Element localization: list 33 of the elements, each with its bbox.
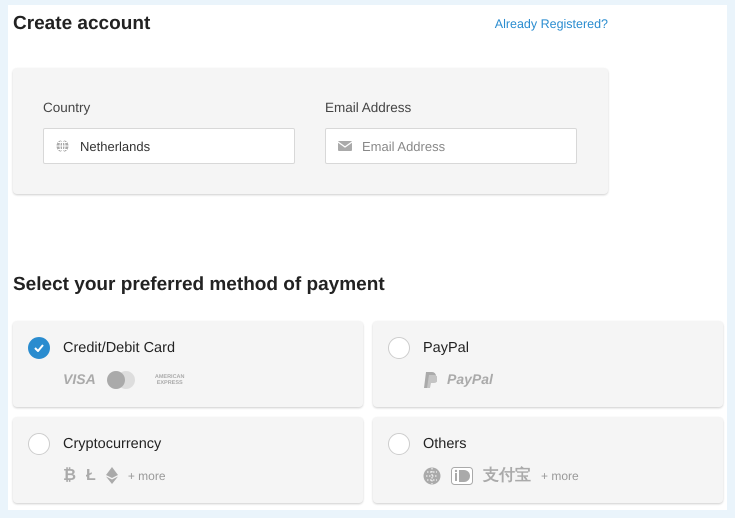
radio-button[interactable] xyxy=(28,432,50,455)
option-label: Cryptocurrency xyxy=(63,434,162,454)
payment-option-card[interactable]: Others 支付宝 + more xyxy=(373,416,723,503)
country-field[interactable]: Netherlands xyxy=(43,128,295,164)
check-icon xyxy=(34,344,44,352)
payment-option-card[interactable]: Cryptocurrency ₿ Ł + more xyxy=(13,416,363,503)
payment-option-card[interactable]: PayPal PayPal xyxy=(373,320,723,407)
more-text: + more xyxy=(128,468,166,485)
pp-logo-icon xyxy=(423,372,437,388)
badge-icon xyxy=(451,466,473,485)
brand-wordmark: 支付宝 xyxy=(483,465,531,486)
diamond-icon xyxy=(106,467,118,484)
option-label: Others xyxy=(423,434,468,454)
page-title: Create account xyxy=(13,13,150,36)
login-link[interactable]: Already Registered? xyxy=(494,15,608,34)
currency-symbol: ₿ xyxy=(63,466,76,486)
field-label: Country xyxy=(43,98,92,117)
globe-icon xyxy=(56,140,69,153)
option-label: PayPal xyxy=(423,338,470,358)
option-label: Credit/Debit Card xyxy=(63,338,176,358)
brand-wordmark: VISA xyxy=(63,370,96,390)
overlapping-circles-icon xyxy=(106,370,136,389)
email-field[interactable]: Email Address xyxy=(325,128,577,164)
radio-button[interactable] xyxy=(388,432,410,455)
mail-icon xyxy=(338,141,352,152)
brand-wordmark: PayPal xyxy=(447,370,493,390)
section-heading: Select your preferred method of payment xyxy=(13,274,386,297)
radio-button[interactable] xyxy=(28,336,50,359)
radio-button[interactable] xyxy=(388,336,410,359)
field-label: Email Address xyxy=(325,98,412,117)
globe-icon xyxy=(423,466,441,485)
more-text: + more xyxy=(541,468,579,485)
currency-symbol: Ł xyxy=(86,466,96,486)
